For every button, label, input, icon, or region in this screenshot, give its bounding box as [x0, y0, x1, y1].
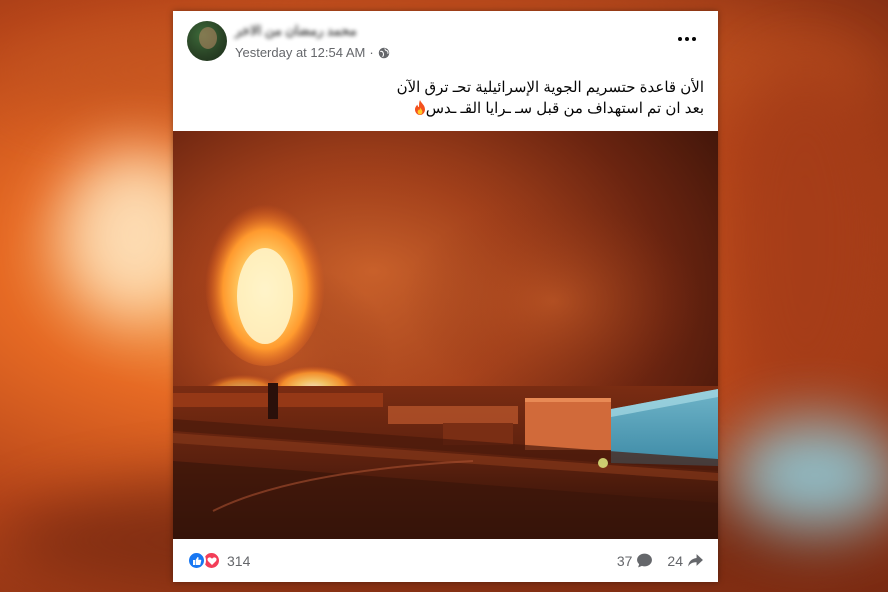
background-glow [720, 60, 888, 420]
reaction-count: 314 [227, 552, 251, 569]
facebook-post-card: محمد رمضان من الاخر Yesterday at 12:54 A… [173, 11, 718, 582]
reactions-summary[interactable]: 314 [187, 551, 250, 570]
post-timestamp[interactable]: Yesterday at 12:54 AM [235, 45, 365, 60]
like-icon [187, 551, 206, 570]
post-photo[interactable] [173, 131, 718, 539]
globe-icon [378, 47, 389, 58]
post-text-line: بعد ان تم استهداف من قبل سـ ـرايا القـ ـ… [184, 98, 704, 119]
author-name[interactable]: محمد رمضان من الاخر [235, 23, 357, 39]
post-header: محمد رمضان من الاخر Yesterday at 12:54 A… [173, 11, 718, 71]
share-count: 24 [667, 552, 683, 569]
comment-icon [637, 553, 653, 568]
fire-scene-image [173, 131, 718, 539]
avatar[interactable] [187, 21, 227, 61]
share-icon [688, 554, 703, 567]
comments-stat[interactable]: 37 [617, 552, 654, 569]
shares-stat[interactable]: 24 [667, 552, 704, 569]
fire-emoji [414, 100, 425, 115]
post-meta: Yesterday at 12:54 AM · [235, 45, 390, 60]
post-text: الأن قاعدة حتسريم الجوية الإسرائيلية تحـ… [184, 77, 704, 119]
more-options-icon[interactable] [673, 29, 701, 49]
background-glow [730, 420, 888, 530]
post-text-line: الأن قاعدة حتسريم الجوية الإسرائيلية تحـ… [396, 79, 704, 96]
post-footer: 314 37 24 [173, 539, 718, 582]
comment-count: 37 [616, 552, 633, 569]
